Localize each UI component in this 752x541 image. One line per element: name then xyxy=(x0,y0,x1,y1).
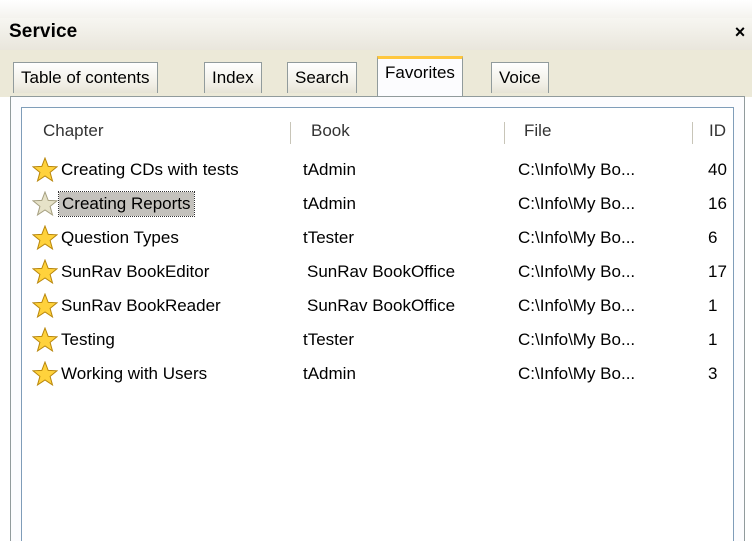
tab-search[interactable]: Search xyxy=(287,62,357,93)
id-cell: 40 xyxy=(708,160,727,179)
file-cell: C:\Info\My Bo... xyxy=(518,194,636,213)
file-cell: C:\Info\My Bo... xyxy=(518,262,636,281)
tab-favorites[interactable]: Favorites xyxy=(377,56,463,96)
star-icon xyxy=(32,225,58,251)
chapter-cell: Working with Users xyxy=(61,364,208,383)
book-cell: tAdmin xyxy=(303,194,356,213)
list-item[interactable]: SunRav BookEditor SunRav BookOffice C:\I… xyxy=(22,256,733,290)
book-cell: tAdmin xyxy=(303,160,356,179)
column-header-chapter[interactable]: Chapter xyxy=(43,121,103,141)
book-cell: tTester xyxy=(303,228,355,247)
id-cell: 3 xyxy=(708,364,718,383)
tab-index[interactable]: Index xyxy=(204,62,262,93)
column-separator[interactable] xyxy=(504,122,505,144)
list-item[interactable]: Creating Reports tAdmin C:\Info\My Bo...… xyxy=(22,188,733,222)
list-header: Chapter Book File ID xyxy=(22,108,733,154)
book-cell: tTester xyxy=(303,330,355,349)
id-cell: 6 xyxy=(708,228,718,247)
star-icon xyxy=(32,293,58,319)
chapter-cell: SunRav BookEditor xyxy=(61,262,210,281)
file-cell: C:\Info\My Bo... xyxy=(518,296,636,315)
book-cell: tAdmin xyxy=(303,364,356,383)
chapter-cell: Question Types xyxy=(61,228,179,247)
favorites-list[interactable]: Chapter Book File ID Creating CDs with t… xyxy=(21,107,734,541)
star-icon xyxy=(32,157,58,183)
chapter-cell: Creating CDs with tests xyxy=(61,160,239,179)
column-separator[interactable] xyxy=(692,122,693,144)
file-cell: C:\Info\My Bo... xyxy=(518,364,636,383)
book-cell: SunRav BookOffice xyxy=(307,262,456,281)
star-icon xyxy=(32,191,58,217)
top-strip xyxy=(0,0,752,18)
title-bar: Service × xyxy=(0,18,752,51)
tab-voice[interactable]: Voice xyxy=(491,62,549,93)
column-header-book[interactable]: Book xyxy=(311,121,350,141)
list-item[interactable]: Working with Users tAdmin C:\Info\My Bo.… xyxy=(22,358,733,392)
file-cell: C:\Info\My Bo... xyxy=(518,160,636,179)
id-cell: 1 xyxy=(708,296,718,315)
file-cell: C:\Info\My Bo... xyxy=(518,228,636,247)
list-item[interactable]: Creating CDs with tests tAdmin C:\Info\M… xyxy=(22,154,733,188)
column-header-file[interactable]: File xyxy=(524,121,551,141)
file-cell: C:\Info\My Bo... xyxy=(518,330,636,349)
favorites-panel: Chapter Book File ID Creating CDs with t… xyxy=(10,97,745,541)
book-cell: SunRav BookOffice xyxy=(307,296,456,315)
chapter-cell-selected: Creating Reports xyxy=(58,191,195,217)
id-cell: 1 xyxy=(708,330,718,349)
window-title: Service xyxy=(9,21,78,42)
id-cell: 17 xyxy=(708,262,727,281)
close-button[interactable]: × xyxy=(732,22,748,42)
column-header-id[interactable]: ID xyxy=(709,121,726,141)
id-cell: 16 xyxy=(708,194,727,213)
star-icon xyxy=(32,361,58,387)
star-icon xyxy=(32,259,58,285)
tab-strip: Table of contents Index Search Favorites… xyxy=(0,50,752,97)
column-separator[interactable] xyxy=(290,122,291,144)
chapter-cell: Testing xyxy=(61,330,115,349)
list-item[interactable]: SunRav BookReader SunRav BookOffice C:\I… xyxy=(22,290,733,324)
chapter-cell: SunRav BookReader xyxy=(61,296,221,315)
tab-table-of-contents[interactable]: Table of contents xyxy=(13,62,158,93)
list-item[interactable]: Question Types tTester C:\Info\My Bo... … xyxy=(22,222,733,256)
star-icon xyxy=(32,327,58,353)
list-item[interactable]: Testing tTester C:\Info\My Bo... 1 xyxy=(22,324,733,358)
